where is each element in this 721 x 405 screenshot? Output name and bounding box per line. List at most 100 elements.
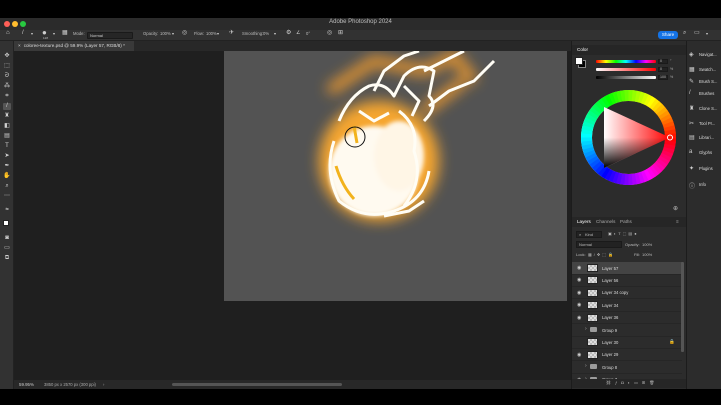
dock-item-navigator[interactable]: ◈ Navigat...	[689, 50, 721, 64]
eraser-tool-icon[interactable]: ◧	[3, 123, 11, 130]
chevron-down-icon[interactable]: ▾	[274, 30, 276, 37]
type-tool-icon[interactable]: T	[3, 143, 11, 150]
document-canvas[interactable]	[224, 51, 567, 301]
layer-name[interactable]: Layer 34 copy	[602, 290, 628, 295]
dock-item-brushes[interactable]: / Brushes	[689, 89, 721, 103]
layer-row[interactable]: ◉ Layer 36	[572, 312, 682, 325]
horizontal-scrollbar[interactable]	[172, 383, 342, 386]
layer-filter-icons[interactable]: ▣◐T⬚▤●	[608, 231, 639, 236]
tab-layers[interactable]: Layers	[577, 219, 591, 224]
pressure-opacity-icon[interactable]: ◎	[182, 30, 187, 37]
layer-name[interactable]: Layer 56	[602, 278, 618, 283]
workspace-icon[interactable]: ▭	[694, 30, 700, 37]
visibility-eye-icon[interactable]: ◉	[577, 315, 583, 321]
layer-name[interactable]: Layer 34	[602, 303, 618, 308]
saturation-slider[interactable]	[596, 68, 656, 71]
foreground-color-swatch[interactable]	[3, 220, 9, 226]
dock-item-tool-presets[interactable]: ✂ Tool Pr...	[689, 119, 721, 133]
gradient-tool-icon[interactable]: ▤	[3, 133, 11, 140]
blend-mode-select[interactable]: Normal	[576, 241, 622, 248]
chevron-right-icon[interactable]: ›	[585, 363, 587, 369]
document-tab[interactable]: × coloree-texture.psd @ 59.9% (Layer 57, …	[14, 41, 134, 51]
angle-value[interactable]: 0°	[306, 31, 310, 36]
quick-selection-tool-icon[interactable]: ⁂	[3, 83, 11, 90]
layer-row[interactable]: › Group 9	[572, 324, 682, 337]
crop-tool-icon[interactable]: ⌗	[3, 93, 11, 100]
dock-item-glyphs[interactable]: a Glyphs	[689, 148, 721, 162]
chevron-down-icon[interactable]: ▾	[217, 30, 219, 37]
brightness-value[interactable]: 100	[658, 75, 668, 80]
layer-name[interactable]: Layer 57	[602, 266, 618, 271]
symmetry-icon[interactable]: ⊞	[338, 30, 343, 37]
brush-preset-icon[interactable]: ●	[42, 29, 47, 37]
layers-scrollbar[interactable]	[681, 262, 684, 352]
status-menu-arrow[interactable]: ›	[103, 382, 104, 387]
pen-tool-icon[interactable]: ✒	[3, 163, 11, 170]
brush-settings-toggle-icon[interactable]: ▦	[62, 30, 68, 37]
layer-name[interactable]: Group 9	[602, 328, 617, 333]
layer-row[interactable]: ◉ Layer 34 copy	[572, 287, 682, 300]
quick-mask-icon[interactable]: ◙	[3, 235, 11, 242]
layer-opacity-value[interactable]: 100%	[642, 242, 652, 247]
dock-item-clone-source[interactable]: ♜ Clone S...	[689, 104, 721, 118]
tab-color[interactable]: Color	[577, 47, 588, 52]
hue-slider[interactable]	[596, 60, 656, 63]
flow-value[interactable]: 100%	[206, 31, 217, 36]
dock-item-plugins[interactable]: ✦ Plugins	[689, 164, 721, 178]
hand-tool-icon[interactable]: ✋	[3, 173, 11, 180]
foreground-color-chip[interactable]	[575, 57, 583, 65]
dock-item-info[interactable]: ⓘ Info	[689, 180, 721, 194]
lock-icons[interactable]: ▦/✥⬚🔒	[588, 252, 615, 257]
visibility-eye-icon[interactable]: ◉	[577, 290, 583, 296]
fill-value[interactable]: 100%	[642, 252, 652, 257]
zoom-tool-icon[interactable]: ⌕	[3, 183, 11, 190]
layer-row[interactable]: ◉ Layer 34	[572, 299, 682, 312]
screen-mode-icon[interactable]: ▭	[3, 245, 11, 252]
brush-tool-icon[interactable]: /	[22, 30, 24, 37]
chevron-down-icon[interactable]: ▾	[53, 30, 55, 37]
chevron-right-icon[interactable]: ›	[585, 326, 587, 332]
layer-name[interactable]: Layer 30	[602, 340, 618, 345]
airbrush-icon[interactable]: ✈	[229, 30, 234, 37]
path-selection-tool-icon[interactable]: ➤	[3, 153, 11, 160]
layer-name[interactable]: Group 8	[602, 365, 617, 370]
brush-tool-icon[interactable]: /	[3, 103, 11, 110]
visibility-eye-icon[interactable]: ◉	[577, 265, 583, 271]
layer-row[interactable]: ◉ Layer 56	[572, 274, 682, 287]
layer-row[interactable]: ◉ Layer 29	[572, 349, 682, 362]
add-swatch-icon[interactable]: ⊕	[673, 205, 678, 212]
opacity-value[interactable]: 100%	[160, 31, 171, 36]
zoom-level[interactable]: 59.95%	[19, 382, 34, 387]
visibility-eye-icon[interactable]: ◉	[577, 302, 583, 308]
marquee-tool-icon[interactable]: ⬚	[3, 63, 11, 70]
artboard-icon[interactable]: ⧉	[3, 255, 11, 262]
search-icon[interactable]: ⌕	[683, 30, 686, 37]
visibility-eye-icon[interactable]: ◉	[577, 352, 583, 358]
layer-footer-icons[interactable]: ⛓ƒ◘◐▭⊞🗑	[606, 380, 658, 385]
chevron-down-icon[interactable]: ▾	[706, 30, 708, 37]
lasso-tool-icon[interactable]: ᘐ	[3, 73, 11, 80]
layer-name[interactable]: Layer 36	[602, 315, 618, 320]
saturation-value[interactable]: 0	[658, 67, 668, 72]
pressure-size-icon[interactable]: ◎	[327, 30, 332, 37]
chevron-down-icon[interactable]: ▾	[31, 30, 33, 37]
home-icon[interactable]: ⌂	[6, 30, 10, 37]
layer-row[interactable]: ◉ Layer 57	[572, 262, 682, 275]
visibility-eye-icon[interactable]: ◉	[577, 277, 583, 283]
smoothing-value[interactable]: 0%	[263, 31, 269, 36]
more-tools-icon[interactable]: ⋯	[3, 193, 11, 200]
layer-row[interactable]: Layer 30 🔒	[572, 336, 682, 349]
move-tool-icon[interactable]: ✥	[3, 53, 11, 60]
mode-select[interactable]: Normal	[87, 31, 133, 39]
swap-colors-icon[interactable]: ⇆	[3, 205, 11, 212]
brightness-slider[interactable]	[596, 76, 656, 79]
document-tab-close-icon[interactable]: ×	[18, 43, 21, 48]
filter-kind-select[interactable]: ⌕ Kind	[576, 231, 602, 238]
hue-value[interactable]: 0	[658, 59, 668, 64]
tab-channels[interactable]: Channels	[596, 219, 615, 224]
tab-paths[interactable]: Paths	[620, 219, 632, 224]
color-wheel[interactable]	[578, 87, 679, 188]
smoothing-options-gear-icon[interactable]: ⚙	[286, 30, 291, 37]
layer-name[interactable]: Layer 29	[602, 352, 618, 357]
layer-row[interactable]: › Group 8	[572, 361, 682, 374]
